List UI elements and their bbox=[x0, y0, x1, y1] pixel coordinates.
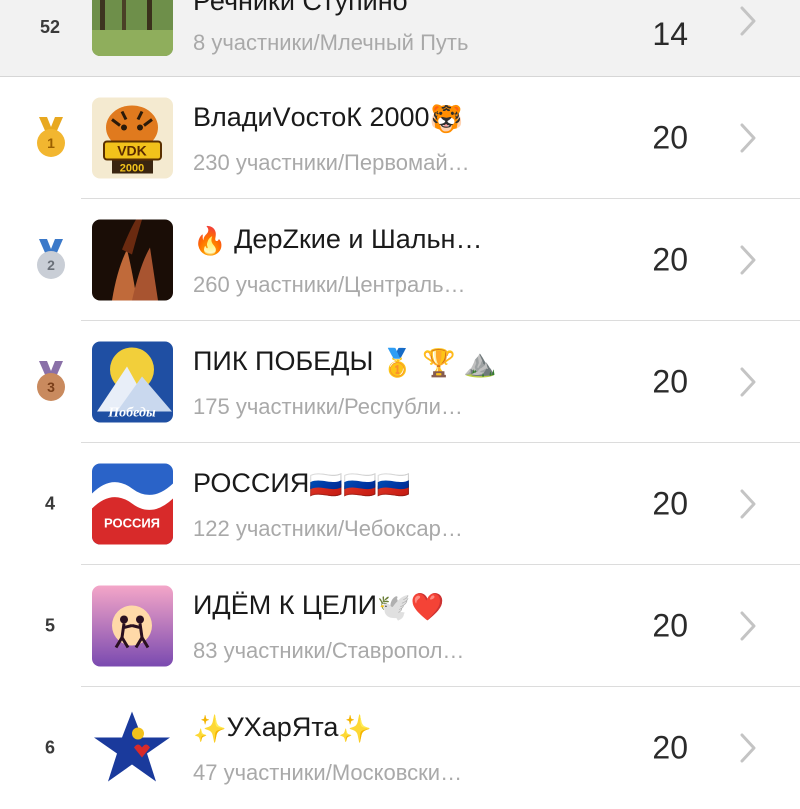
team-score: 20 bbox=[652, 729, 688, 766]
dove-heart-emoji-icon: 🕊️❤️ bbox=[377, 591, 445, 622]
team-score: 20 bbox=[652, 119, 688, 156]
svg-text:РОССИЯ: РОССИЯ bbox=[104, 516, 160, 531]
pik-pobedy-logo-icon: Победы bbox=[92, 341, 173, 423]
chevron-right-icon bbox=[740, 245, 756, 275]
team-score: 20 bbox=[652, 241, 688, 278]
couple-sunset-logo-icon bbox=[92, 585, 173, 667]
ranking-row[interactable]: 4 РОССИЯ РОССИЯ🇷🇺🇷🇺🇷🇺 122 участники/Чебо… bbox=[0, 443, 800, 565]
team-name: ВладиVостоК 2000🐯 bbox=[193, 102, 464, 134]
svg-text:2000: 2000 bbox=[120, 163, 144, 175]
medal-rank: 1 bbox=[47, 135, 55, 151]
team-name: ✨УХарЯта✨ bbox=[193, 712, 373, 744]
ranking-row[interactable]: 6 ✨УХарЯта✨ 47 участники/Московски… 20 bbox=[0, 687, 800, 809]
team-ranking-list: 52 Речники Ступино 8 участники/Млечный П… bbox=[0, 0, 800, 800]
chevron-right-icon bbox=[740, 733, 756, 763]
ranking-row[interactable]: 1 VDK 2000 ВладиVостоК 2000🐯 230 участни… bbox=[0, 77, 800, 199]
fire-hands-photo-icon bbox=[92, 219, 173, 301]
russia-logo-icon: РОССИЯ bbox=[92, 463, 173, 545]
medal-rank: 3 bbox=[47, 379, 55, 395]
chevron-right-icon bbox=[740, 367, 756, 397]
ranking-row[interactable]: 2 🔥 ДерZкие и Шальн… 260 участники/Центр… bbox=[0, 199, 800, 321]
rank-number: 5 bbox=[44, 615, 55, 636]
team-score: 20 bbox=[652, 607, 688, 644]
fire-emoji-icon: 🔥 bbox=[193, 225, 227, 256]
team-subtitle: 47 участники/Московски… bbox=[193, 760, 463, 785]
rank-number: 52 bbox=[39, 17, 61, 37]
team-subtitle: 175 участники/Республи… bbox=[193, 394, 463, 419]
team-name: Речники Ступино bbox=[193, 0, 408, 16]
team-subtitle: 260 участники/Централь… bbox=[193, 272, 466, 297]
svg-text:Победы: Победы bbox=[107, 406, 156, 421]
gold-medal-icon: 1 bbox=[37, 117, 65, 157]
tiger-emoji-icon: 🐯 bbox=[429, 103, 464, 134]
team-name: РОССИЯ🇷🇺🇷🇺🇷🇺 bbox=[193, 468, 411, 500]
team-subtitle: 8 участники/Млечный Путь bbox=[193, 30, 469, 55]
team-score: 14 bbox=[652, 16, 688, 52]
team-subtitle: 122 участники/Чебоксар… bbox=[193, 516, 463, 541]
blue-star-logo-icon bbox=[92, 707, 173, 789]
medal-trophy-mountain-emoji-icon: 🥇 🏆 ⛰️ bbox=[380, 347, 497, 378]
team-name: 🔥 ДерZкие и Шальн… bbox=[193, 224, 483, 256]
team-name: ПИК ПОБЕДЫ 🥇 🏆 ⛰️ bbox=[193, 346, 497, 378]
medal-rank: 2 bbox=[47, 257, 55, 273]
team-subtitle: 83 участники/Ставропол… bbox=[193, 638, 465, 663]
bronze-medal-icon: 3 bbox=[37, 361, 65, 401]
sparkles-emoji-icon: ✨ bbox=[338, 713, 373, 744]
ranking-row[interactable]: 3 Победы ПИК ПОБЕДЫ 🥇 🏆 ⛰️ 175 участники… bbox=[0, 321, 800, 443]
chevron-right-icon bbox=[740, 123, 756, 153]
chevron-right-icon bbox=[740, 6, 756, 36]
russia-flag-emoji-icon: 🇷🇺🇷🇺🇷🇺 bbox=[309, 469, 411, 500]
team-score: 20 bbox=[652, 363, 688, 400]
rank-number: 4 bbox=[44, 493, 55, 514]
silver-medal-icon: 2 bbox=[37, 239, 65, 279]
team-score: 20 bbox=[652, 485, 688, 522]
chevron-right-icon bbox=[740, 611, 756, 641]
forest-photo-icon bbox=[92, 0, 173, 56]
team-subtitle: 230 участники/Первомай… bbox=[193, 150, 470, 175]
rank-number: 6 bbox=[44, 737, 55, 758]
ranking-row-current-team[interactable]: 52 Речники Ступино 8 участники/Млечный П… bbox=[0, 0, 800, 77]
team-name: ИДЁМ К ЦЕЛИ🕊️❤️ bbox=[193, 590, 445, 622]
sparkles-emoji-icon: ✨ bbox=[193, 713, 227, 744]
chevron-right-icon bbox=[740, 489, 756, 519]
svg-text:VDK: VDK bbox=[117, 143, 147, 159]
tiger-vdk-logo-icon: VDK 2000 bbox=[92, 97, 173, 179]
ranking-row[interactable]: 5 ИДЁМ К ЦЕЛИ🕊️❤️ 83 участники/Ставропол… bbox=[0, 565, 800, 687]
